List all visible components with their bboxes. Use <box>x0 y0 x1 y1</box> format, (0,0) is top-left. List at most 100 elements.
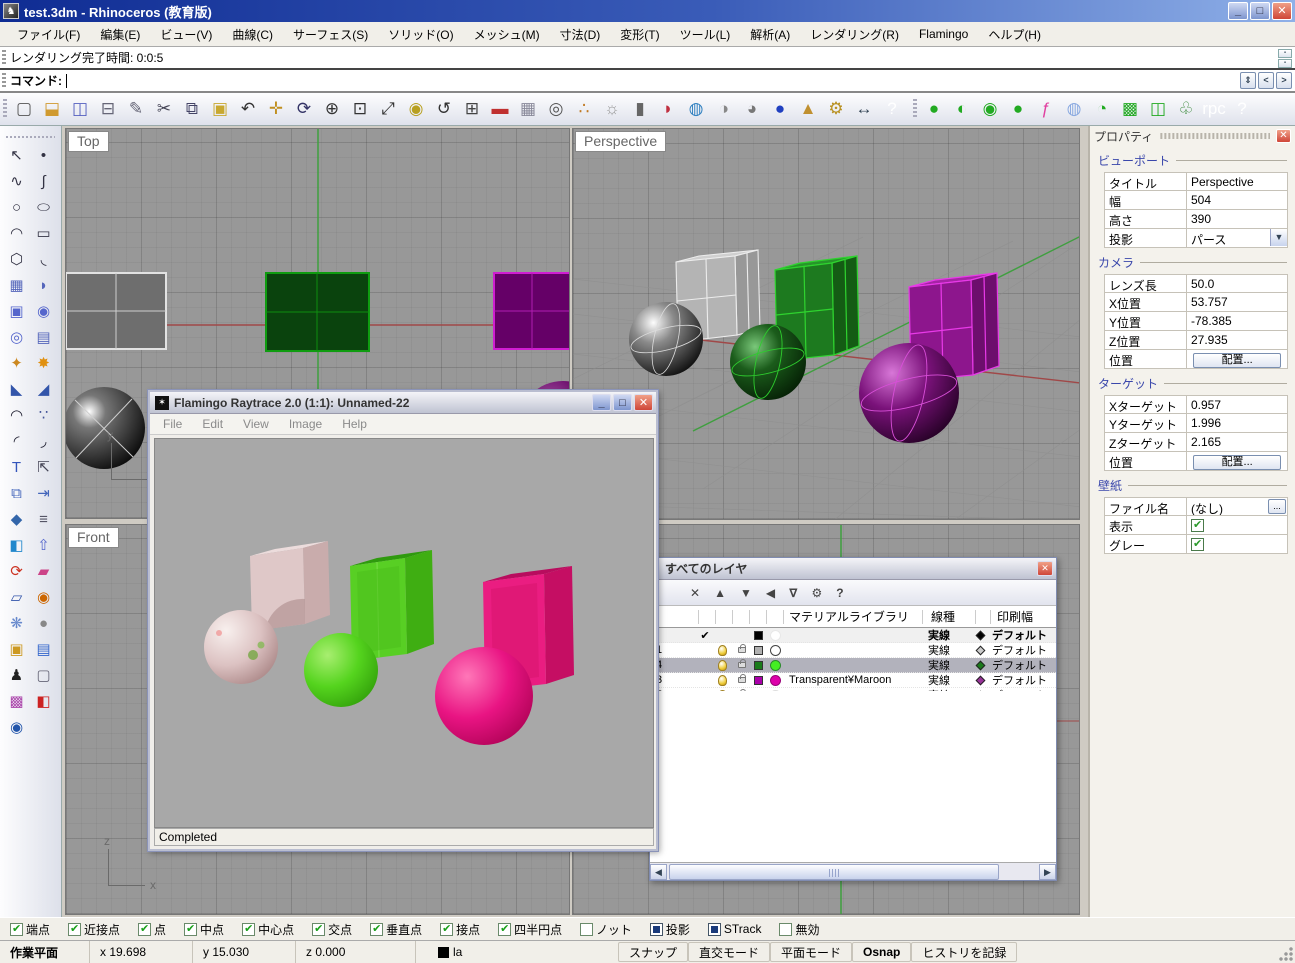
layers-toolbar-button[interactable]: ▲ <box>714 586 726 600</box>
layer-lock-icon[interactable] <box>738 662 746 668</box>
left-toolbar-button[interactable]: ⇱ <box>31 454 57 480</box>
left-toolbar-button[interactable]: ● <box>31 610 57 636</box>
left-toolbar-button[interactable]: ◎ <box>4 324 30 350</box>
toolbar-button[interactable]: ⊞ <box>458 95 486 123</box>
status-toggle-button[interactable]: 平面モード <box>770 942 852 962</box>
target-z-value[interactable]: 2.165 <box>1187 433 1287 451</box>
left-toolbar-button[interactable]: ✦ <box>4 350 30 376</box>
left-toolbar-button[interactable]: ❋ <box>4 610 30 636</box>
osnap-toggle[interactable]: 接点 <box>440 921 480 938</box>
target-place-button[interactable]: 配置... <box>1193 455 1281 470</box>
left-toolbar-button[interactable]: ▤ <box>31 324 57 350</box>
osnap-toggle[interactable]: 垂直点 <box>370 921 422 938</box>
toolbar-button[interactable]: ◗ <box>654 95 682 123</box>
checkbox[interactable] <box>68 923 81 936</box>
flamingo-render-window[interactable]: ✶ Flamingo Raytrace 2.0 (1:1): Unnamed-2… <box>148 390 658 851</box>
left-toolbar-button[interactable]: ◉ <box>31 584 57 610</box>
current-layer-check[interactable] <box>698 629 712 642</box>
render-toolbar-button[interactable]: ● <box>920 95 948 123</box>
osnap-toggle[interactable]: ノット <box>580 921 632 938</box>
toolbar-button[interactable]: ✎ <box>122 95 150 123</box>
layer-on-bulb-icon[interactable] <box>718 645 727 656</box>
toolbar-button[interactable]: ◫ <box>66 95 94 123</box>
toolbar-button[interactable]: ▬ <box>486 95 514 123</box>
render-toolbar-button[interactable]: ● <box>1004 95 1032 123</box>
camera-z-value[interactable]: 27.935 <box>1187 331 1287 349</box>
left-toolbar-button[interactable]: ∿ <box>4 168 30 194</box>
render-toolbar-button[interactable]: ◍ <box>1060 95 1088 123</box>
left-toolbar-button[interactable]: ⬡ <box>4 246 30 272</box>
checkbox[interactable] <box>580 923 593 936</box>
layer-material-swatch[interactable] <box>770 675 781 686</box>
viewport-height-value[interactable]: 390 <box>1187 210 1287 228</box>
toolbar-button[interactable]: ↺ <box>430 95 458 123</box>
left-toolbar-button[interactable]: T <box>4 454 30 480</box>
toolbar-button[interactable]: ⟳ <box>290 95 318 123</box>
render-toolbar-button[interactable]: ▩ <box>1116 95 1144 123</box>
flamingo-maximize-button[interactable]: □ <box>613 394 632 411</box>
render-toolbar-button[interactable]: ? <box>1228 95 1256 123</box>
left-toolbar-button[interactable]: ◆ <box>4 506 30 532</box>
menu-item[interactable]: Flamingo <box>910 24 977 44</box>
layers-toolbar-button[interactable]: ∇ <box>789 586 797 600</box>
wallpaper-show-checkbox[interactable] <box>1191 519 1204 532</box>
checkbox[interactable] <box>138 923 151 936</box>
layer-color-swatch[interactable] <box>754 631 763 640</box>
command-history[interactable]: レンダリング完了時間: 0:0:5 ▪ ▪ <box>0 47 1295 70</box>
toolbar-button[interactable]: ▮ <box>626 95 654 123</box>
left-toolbar-button[interactable]: ▦ <box>4 272 30 298</box>
checkbox[interactable] <box>184 923 197 936</box>
menu-item[interactable]: 寸法(D) <box>551 23 610 46</box>
osnap-toggle[interactable]: 投影 <box>650 921 690 938</box>
toolbar-button[interactable]: ⊟ <box>94 95 122 123</box>
checkbox[interactable] <box>10 923 23 936</box>
cplane-button[interactable]: 作業平面 <box>0 941 90 963</box>
status-toggle-button[interactable]: スナップ <box>618 942 688 962</box>
left-toolbar-button[interactable]: ◟ <box>31 246 57 272</box>
toolbar-button[interactable]: ∴ <box>570 95 598 123</box>
titlebar[interactable]: ♞ test.3dm - Rhinoceros (教育版) _ □ ✕ <box>0 0 1295 22</box>
toolbar-button[interactable]: ✂ <box>150 95 178 123</box>
menu-item[interactable]: ヘルプ(H) <box>979 23 1050 46</box>
layers-toolbar-button[interactable]: ? <box>836 586 843 600</box>
checkbox[interactable] <box>708 923 721 936</box>
toolbar-button[interactable]: ◍ <box>682 95 710 123</box>
menu-item[interactable]: 変形(T) <box>611 23 668 46</box>
scrollbar-track[interactable] <box>667 864 1039 880</box>
flamingo-menu-item[interactable]: View <box>234 415 278 433</box>
render-toolbar-button[interactable]: ◐ <box>948 95 976 123</box>
left-toolbar-button[interactable]: ✸ <box>31 350 57 376</box>
osnap-toggle[interactable]: 近接点 <box>68 921 120 938</box>
flamingo-menu-item[interactable]: Help <box>333 415 376 433</box>
layer-material-swatch[interactable] <box>770 660 781 671</box>
left-toolbar-button[interactable]: ◠ <box>4 402 30 428</box>
flamingo-close-button[interactable]: ✕ <box>634 394 653 411</box>
layer-print-color[interactable] <box>976 661 986 671</box>
layer-material-swatch[interactable] <box>770 630 781 641</box>
left-toolbar-button[interactable]: ⧉ <box>4 480 30 506</box>
left-toolbar-button[interactable]: ◧ <box>31 688 57 714</box>
toolbar-button[interactable]: ⤢ <box>374 95 402 123</box>
menu-item[interactable]: ツール(L) <box>671 23 740 46</box>
viewport-title-value[interactable]: Perspective <box>1187 173 1287 190</box>
viewport-perspective-label[interactable]: Perspective <box>575 131 666 152</box>
minimize-button[interactable]: _ <box>1228 2 1248 20</box>
flamingo-titlebar[interactable]: ✶ Flamingo Raytrace 2.0 (1:1): Unnamed-2… <box>150 392 656 414</box>
camera-place-button[interactable]: 配置... <box>1193 353 1281 368</box>
render-toolbar-button[interactable]: ◉ <box>976 95 1004 123</box>
menu-item[interactable]: 曲線(C) <box>223 23 282 46</box>
left-toolbar-button[interactable]: ⟳ <box>4 558 30 584</box>
camera-x-value[interactable]: 53.757 <box>1187 293 1287 311</box>
menu-item[interactable]: メッシュ(M) <box>465 23 549 46</box>
checkbox[interactable] <box>650 923 663 936</box>
left-toolbar-button[interactable]: ⇧ <box>31 532 57 558</box>
left-toolbar-button[interactable]: ▣ <box>4 298 30 324</box>
column-material[interactable]: マテリアルライブラリ <box>789 608 909 625</box>
left-toolbar-button[interactable]: ○ <box>4 194 30 220</box>
menu-item[interactable]: ソリッド(O) <box>379 23 462 46</box>
menu-item[interactable]: レンダリング(R) <box>801 23 908 46</box>
history-expand-button[interactable]: ▪ <box>1278 49 1292 58</box>
layer-color-swatch[interactable] <box>754 646 763 655</box>
left-toolbar-button[interactable]: ↖ <box>4 142 30 168</box>
layer-on-bulb-icon[interactable] <box>718 675 727 686</box>
